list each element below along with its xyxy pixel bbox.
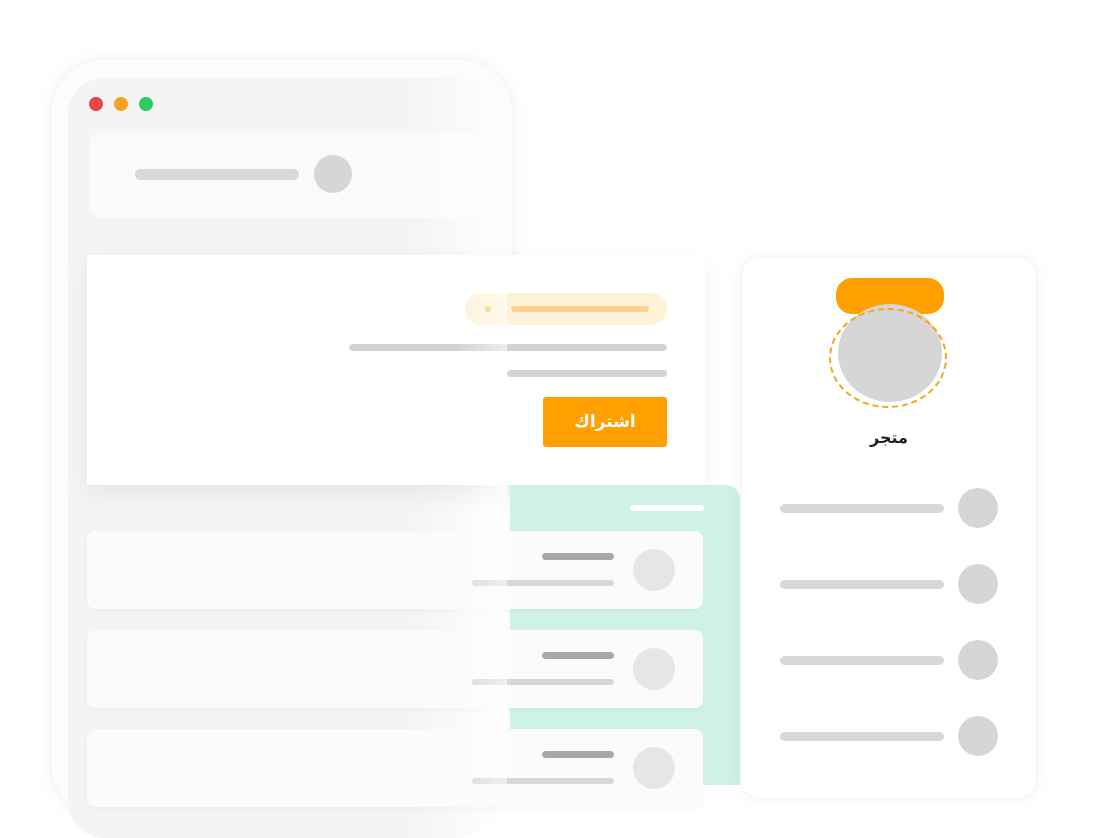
store-name: متجر [870,428,908,447]
hero-subtitle-placeholder [507,370,667,377]
panel-tab-indicator [630,505,704,511]
menu-item-label-placeholder [780,732,944,741]
store-avatar-ring [829,308,947,408]
list-item-title-placeholder [542,751,614,758]
profile-menu-item[interactable] [780,564,1000,604]
hero-card: اشتراك [87,255,705,485]
minimize-window-dot[interactable] [114,97,128,111]
menu-item-icon [958,716,998,756]
list-item-title-placeholder [542,652,614,659]
menu-item-icon [958,640,998,680]
list-item-avatar [633,648,675,690]
menu-item-icon [958,564,998,604]
list-item[interactable] [87,729,703,807]
profile-avatar[interactable] [314,155,352,193]
close-window-dot[interactable] [89,97,103,111]
list-item-subtitle-placeholder [472,580,614,586]
address-bar-card [89,132,481,218]
menu-item-icon [958,488,998,528]
list-item-title-placeholder [542,553,614,560]
menu-item-label-placeholder [780,656,944,665]
list-item[interactable] [87,531,703,609]
subscribe-button[interactable]: اشتراك [543,397,667,447]
store-profile-panel: متجر [741,257,1037,799]
profile-menu-item[interactable] [780,716,1000,756]
menu-item-label-placeholder [780,580,944,589]
list-item-avatar [633,549,675,591]
profile-menu-item[interactable] [780,640,1000,680]
list-item-subtitle-placeholder [472,778,614,784]
address-bar-placeholder [135,169,299,180]
profile-menu-item[interactable] [780,488,1000,528]
hero-badge [465,293,667,325]
maximize-window-dot[interactable] [139,97,153,111]
list-item[interactable] [87,630,703,708]
hero-headline-placeholder [349,344,667,351]
list-item-subtitle-placeholder [472,679,614,685]
menu-item-label-placeholder [780,504,944,513]
